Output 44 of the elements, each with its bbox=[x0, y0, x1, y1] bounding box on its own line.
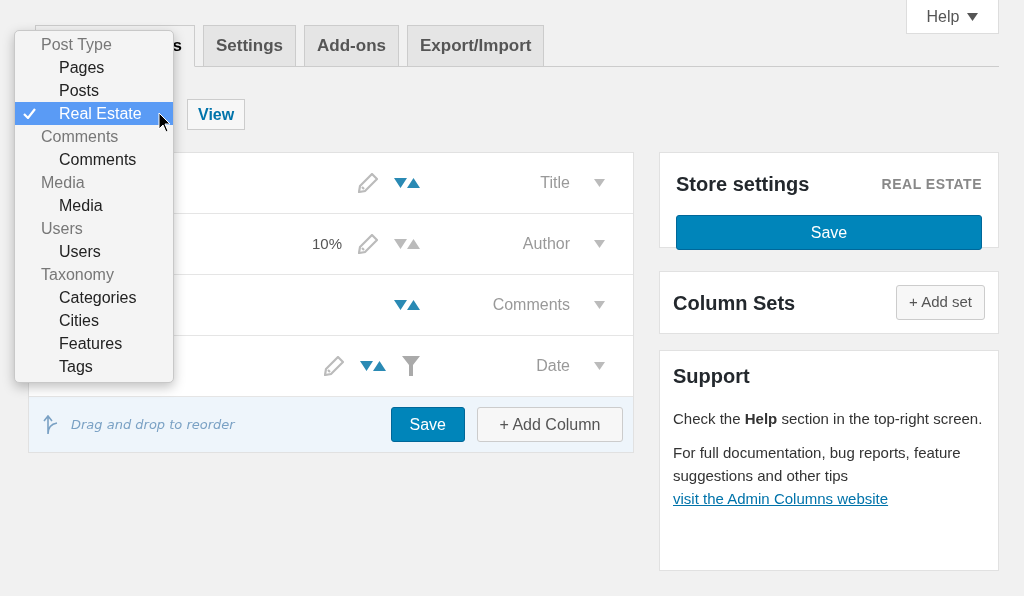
paragraph: Check the Help section in the top-right screen. bbox=[673, 409, 984, 429]
cursor-icon bbox=[158, 112, 171, 133]
save-button[interactable]: Save bbox=[390, 407, 465, 442]
caret-icon bbox=[594, 362, 605, 370]
menu-item[interactable]: Pages bbox=[15, 56, 173, 79]
add-column-button[interactable]: + Add Column bbox=[477, 407, 623, 442]
menu-heading: Media bbox=[40, 173, 86, 193]
post-type-label: REAL ESTATE bbox=[881, 174, 982, 194]
menu-item[interactable]: Comments bbox=[15, 148, 173, 171]
caret-icon bbox=[967, 12, 979, 21]
website-link[interactable]: visit the Admin Columns website bbox=[673, 490, 889, 507]
caret-icon bbox=[594, 240, 605, 248]
menu-item[interactable]: Posts bbox=[15, 79, 173, 102]
tab[interactable]: Add-ons bbox=[304, 25, 399, 67]
save-button[interactable]: Save bbox=[676, 215, 982, 250]
panel-title: Column Sets bbox=[673, 290, 796, 316]
menu-heading: Comments bbox=[40, 127, 120, 147]
help-tab[interactable]: Help bbox=[906, 0, 999, 34]
tab[interactable]: Export/Import bbox=[407, 25, 545, 67]
menu-heading: Taxonomy bbox=[40, 265, 115, 285]
caret-icon bbox=[594, 179, 605, 187]
menu-item[interactable]: Tags bbox=[15, 355, 173, 378]
menu-item[interactable]: Cities bbox=[15, 309, 173, 332]
menu-item[interactable]: Media bbox=[15, 194, 173, 217]
hint-text: Drag and drop to reorder bbox=[71, 415, 236, 434]
caret-icon bbox=[594, 301, 605, 309]
checkmark-icon bbox=[23, 108, 36, 119]
tab[interactable]: Settings bbox=[203, 25, 297, 67]
column-label: Date bbox=[535, 356, 570, 376]
panel-title: Support bbox=[673, 364, 751, 389]
paragraph: For full documentation, bug reports, feature suggestions and other tips visit the Admin Columns website bbox=[673, 443, 962, 509]
panel-title: Store settings bbox=[676, 172, 810, 197]
view-button[interactable]: View bbox=[187, 99, 246, 130]
arrow-icon bbox=[43, 414, 59, 435]
column-label: Title bbox=[539, 173, 570, 193]
column-width: 10% bbox=[311, 233, 342, 254]
menu-heading: Post Type bbox=[40, 35, 113, 55]
menu-heading: Users bbox=[40, 219, 84, 239]
menu-item[interactable]: Categories bbox=[15, 286, 173, 309]
menu-item[interactable]: Users bbox=[15, 240, 173, 263]
menu-item[interactable]: Features bbox=[15, 332, 173, 355]
column-label: Author bbox=[521, 234, 570, 254]
column-label: Comments bbox=[491, 295, 570, 315]
add-set-button[interactable]: + Add set bbox=[896, 285, 985, 320]
